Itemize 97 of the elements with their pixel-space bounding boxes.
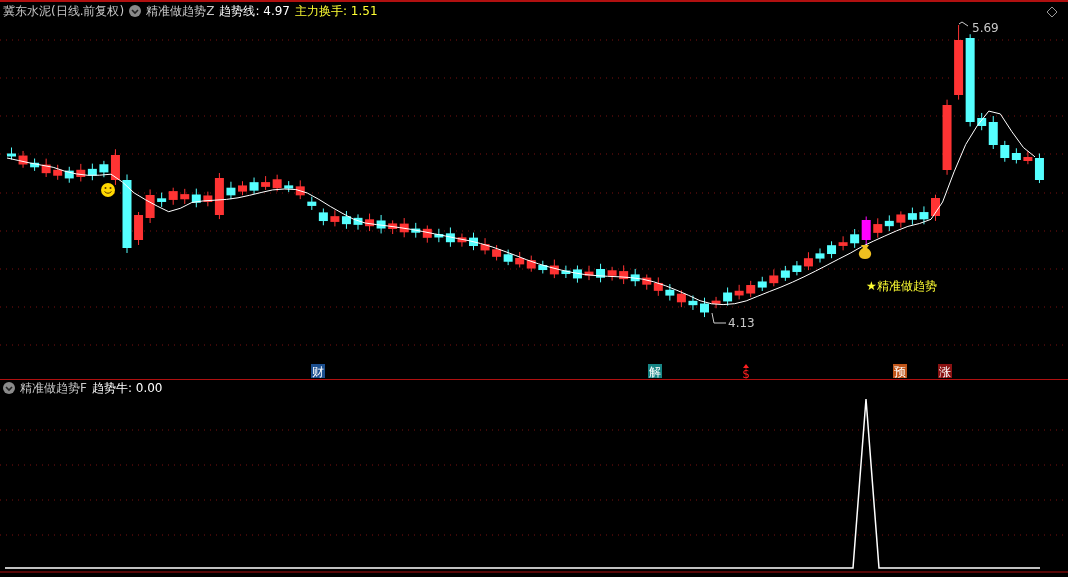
indicator-value: 趋势牛: 0.00: [91, 379, 163, 397]
candlestick: [769, 268, 779, 287]
candlestick: [76, 163, 86, 182]
candlestick: [792, 260, 802, 276]
candlestick: [838, 235, 848, 251]
candlestick: [87, 163, 97, 181]
candlestick: [665, 283, 675, 302]
event-tag: 财: [311, 364, 325, 379]
candlestick: [445, 227, 455, 248]
candlestick: [434, 228, 444, 243]
candlestick: [180, 188, 190, 205]
candlestick: [815, 247, 825, 263]
candlestick: [53, 164, 63, 181]
trend-line-value: 趋势线: 4.97: [219, 2, 290, 20]
candlestick: [757, 276, 767, 292]
candlestick: [700, 297, 709, 318]
low-price-label: 4.13: [728, 316, 755, 330]
candlestick: [18, 150, 28, 169]
candlestick: [226, 181, 236, 200]
candlestick: [907, 207, 917, 226]
candlestick: [688, 295, 698, 311]
candlestick: [827, 240, 837, 259]
candlestick: [711, 296, 721, 309]
candlestick: [630, 268, 640, 287]
candlestick: [619, 264, 629, 285]
event-tag: 解: [648, 364, 662, 379]
candlestick: [780, 265, 790, 282]
candlestick: [734, 284, 744, 300]
candlestick: [307, 196, 317, 211]
candlestick: [572, 265, 582, 284]
candlestick: [549, 259, 559, 279]
candlestick: [388, 219, 398, 235]
candlestick: [7, 147, 16, 160]
high-price-label: 5.69: [972, 21, 999, 35]
candlestick: [642, 274, 652, 291]
candlestick: [168, 187, 178, 206]
candlestick: [249, 177, 259, 195]
candlestick: [723, 287, 733, 307]
candlestick: [353, 213, 363, 231]
diamond-icon[interactable]: [1046, 6, 1058, 18]
candlestick: [376, 214, 386, 234]
dropdown-icon[interactable]: [129, 5, 142, 17]
candlestick: [538, 260, 548, 274]
candlestick: [422, 224, 432, 244]
candlestick: [584, 265, 594, 281]
candlestick: [272, 174, 282, 192]
stock-title: 冀东水泥(日线.前复权): [3, 2, 125, 20]
candlestick: [607, 266, 617, 282]
candlestick: [861, 216, 871, 246]
high-leader-line: [958, 21, 969, 27]
candlestick: [238, 180, 247, 196]
candlestick: [503, 249, 513, 266]
candlestick: [64, 166, 74, 184]
candlestick: [896, 210, 906, 229]
candlestick: [457, 233, 467, 248]
candlestick: [1000, 140, 1010, 163]
candlestick: [1011, 147, 1021, 164]
candlestick: [931, 194, 940, 222]
candlestick: [330, 209, 340, 227]
event-tag: 涨: [938, 364, 952, 379]
indicator-name: 精准做趋势Z: [146, 2, 215, 20]
candlestick: [526, 255, 536, 273]
candlestick: [30, 158, 40, 172]
candlestick: [596, 263, 606, 283]
candlestick: [746, 280, 756, 298]
event-tag: 预: [893, 364, 907, 379]
candlestick: [884, 214, 894, 232]
candlestick: [803, 251, 813, 271]
dropdown-icon[interactable]: [3, 382, 15, 394]
candlestick: [653, 276, 663, 297]
smiley-icon: [101, 183, 115, 197]
candlestick: [399, 217, 409, 238]
turnover-value: 主力换手: 1.51: [295, 2, 378, 20]
candlestick: [41, 158, 51, 178]
dollar-sign: $: [742, 364, 750, 379]
candlestick: [919, 205, 929, 225]
candlestick: [492, 244, 502, 261]
signal-label: ★精准做趋势: [866, 279, 937, 293]
candlestick: [134, 211, 144, 246]
candlestick: [365, 213, 375, 232]
candlestick: [411, 222, 421, 239]
candlestick: [480, 237, 490, 255]
candlestick: [318, 208, 328, 226]
money-bag-icon: [858, 245, 872, 259]
candlestick: [469, 232, 478, 251]
candlestick: [873, 217, 883, 239]
candlestick: [341, 210, 351, 230]
candlestick: [157, 192, 167, 208]
candlestick: [561, 265, 571, 279]
candlestick: [145, 188, 155, 224]
candlestick: [261, 175, 271, 191]
indicator-name: 精准做趋势F: [20, 379, 87, 397]
candlestick: [850, 228, 860, 249]
candlestick: [515, 251, 525, 268]
low-leader-line: [711, 312, 727, 324]
candlestick: [191, 188, 201, 208]
candlestick: [676, 289, 686, 308]
